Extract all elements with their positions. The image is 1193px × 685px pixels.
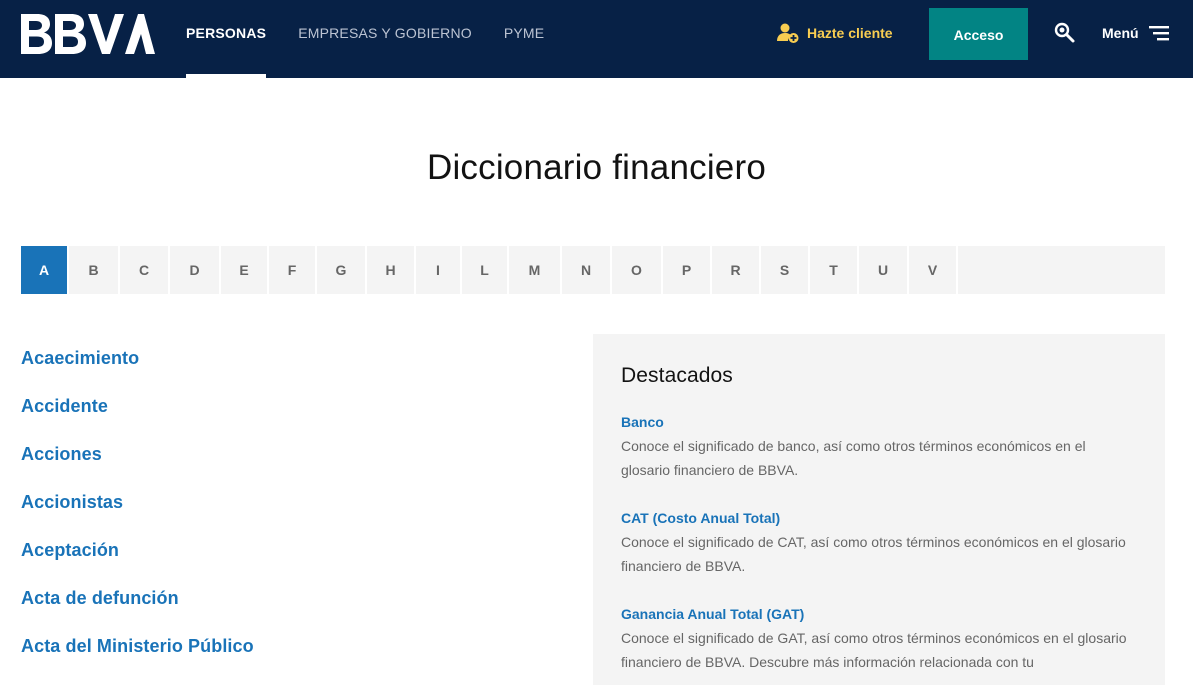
letter-tab-e[interactable]: E (221, 246, 269, 294)
letter-tab-d[interactable]: D (170, 246, 221, 294)
term-link[interactable]: Acciones (21, 430, 561, 478)
letter-tab-h[interactable]: H (367, 246, 416, 294)
featured-description: Conoce el significado de banco, así como… (621, 438, 1086, 478)
letter-tab-s[interactable]: S (761, 246, 810, 294)
main-nav: PERSONAS EMPRESAS Y GOBIERNO PYME (186, 0, 576, 78)
letter-tab-o[interactable]: O (612, 246, 663, 294)
nav-pyme-label: PYME (503, 25, 545, 41)
term-link[interactable]: Acaecimiento (21, 334, 561, 382)
featured-description: Conoce el significado de GAT, así como o… (621, 630, 1127, 670)
menu-icon (1148, 25, 1169, 41)
alphabet-filter: A B C D E F G H I L M N O P R S T U V (21, 246, 1165, 294)
letter-tab-l[interactable]: L (462, 246, 509, 294)
letter-tab-a[interactable]: A (21, 246, 69, 294)
search-icon (1054, 22, 1076, 48)
hazte-cliente-button[interactable]: Hazte cliente (777, 22, 893, 44)
hazte-cliente-label: Hazte cliente (807, 25, 893, 41)
term-link[interactable]: Accidente (21, 382, 561, 430)
acceso-button[interactable]: Acceso (929, 8, 1028, 60)
term-link[interactable]: Accionistas (21, 478, 561, 526)
nav-personas-label: PERSONAS (186, 25, 267, 41)
bbva-logo[interactable] (21, 14, 155, 54)
letter-tab-f[interactable]: F (269, 246, 317, 294)
top-header: PERSONAS EMPRESAS Y GOBIERNO PYME Hazte … (0, 0, 1193, 78)
menu-label: Menú (1102, 25, 1139, 41)
letter-tab-u[interactable]: U (859, 246, 909, 294)
letter-tab-t[interactable]: T (810, 246, 859, 294)
term-link[interactable]: Acta del Ministerio Público (21, 622, 561, 670)
nav-personas[interactable]: PERSONAS (186, 0, 267, 78)
letter-tab-g[interactable]: G (317, 246, 367, 294)
term-link[interactable]: Activos (21, 670, 561, 685)
term-link[interactable]: Aceptación (21, 526, 561, 574)
term-list: Acaecimiento Accidente Acciones Accionis… (21, 334, 561, 685)
letter-tab-c[interactable]: C (120, 246, 170, 294)
acceso-label: Acceso (953, 27, 1004, 43)
nav-pyme[interactable]: PYME (504, 0, 544, 78)
term-link[interactable]: Acta de defunción (21, 574, 561, 622)
nav-empresas-label: EMPRESAS Y GOBIERNO (298, 25, 472, 41)
featured-description: Conoce el significado de CAT, así como o… (621, 534, 1126, 574)
search-button[interactable] (1054, 22, 1076, 44)
featured-link-gat[interactable]: Ganancia Anual Total (GAT) (621, 602, 1137, 626)
letter-tab-r[interactable]: R (712, 246, 761, 294)
letter-tab-m[interactable]: M (509, 246, 562, 294)
featured-item: Ganancia Anual Total (GAT) Conoce el sig… (621, 602, 1137, 674)
page-title: Diccionario financiero (426, 148, 766, 187)
letter-tab-n[interactable]: N (562, 246, 612, 294)
letter-tab-v[interactable]: V (909, 246, 958, 294)
letter-tab-p[interactable]: P (663, 246, 712, 294)
letter-tab-b[interactable]: B (69, 246, 120, 294)
featured-panel: Destacados Banco Conoce el significado d… (593, 334, 1165, 685)
featured-link-banco[interactable]: Banco (621, 410, 1137, 434)
menu-button[interactable]: Menú (1102, 22, 1169, 44)
nav-empresas-y-gobierno[interactable]: EMPRESAS Y GOBIERNO (298, 0, 472, 78)
user-plus-icon (777, 23, 799, 43)
featured-item: Banco Conoce el significado de banco, as… (621, 410, 1137, 482)
featured-link-cat[interactable]: CAT (Costo Anual Total) (621, 506, 1137, 530)
featured-title: Destacados (621, 364, 733, 387)
letter-tab-i[interactable]: I (416, 246, 462, 294)
featured-item: CAT (Costo Anual Total) Conoce el signif… (621, 506, 1137, 578)
